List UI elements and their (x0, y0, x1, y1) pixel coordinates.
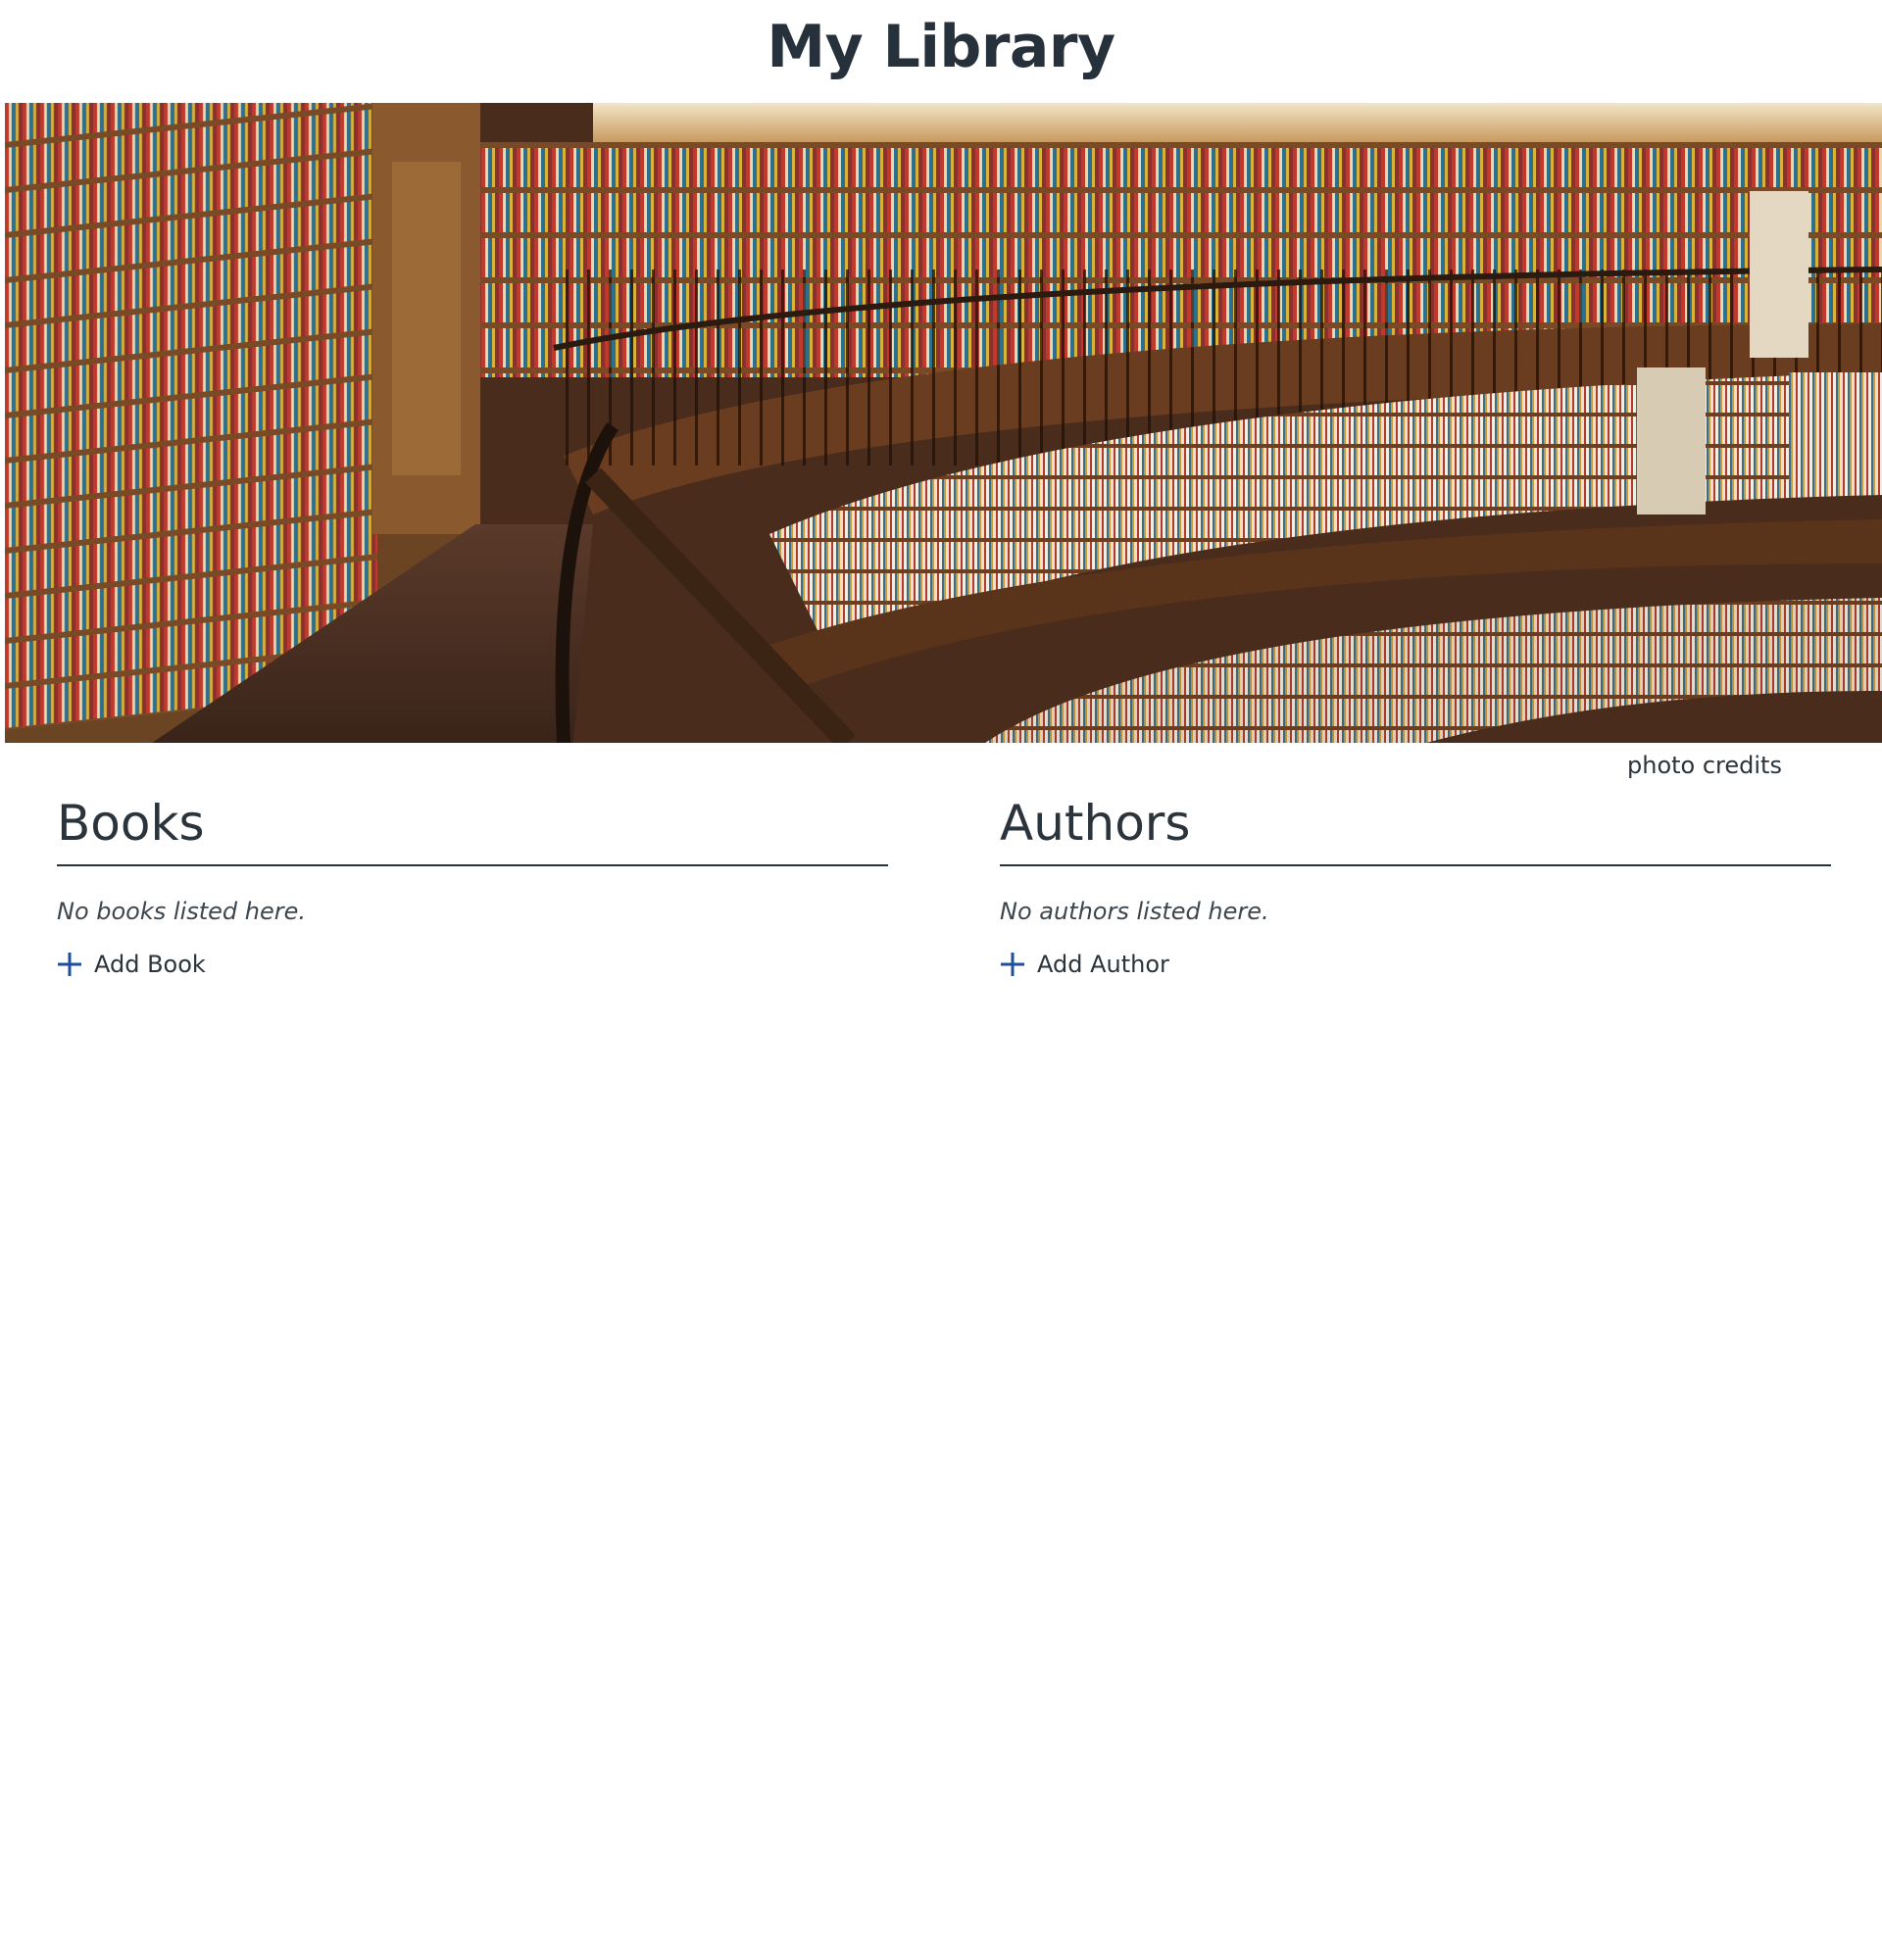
plus-icon (58, 953, 81, 976)
photo-credits-link[interactable]: photo credits (1627, 751, 1782, 780)
authors-empty-message: No authors listed here. (1000, 898, 1269, 925)
books-section: Books No books listed here. Add Book (57, 792, 888, 980)
plus-icon (1001, 953, 1024, 976)
add-book-button[interactable]: Add Book (57, 949, 888, 980)
library-photo (5, 103, 1882, 743)
add-author-label: Add Author (1037, 951, 1169, 978)
library-hero-image (5, 103, 1882, 743)
page: My Library photo credits Books No books … (0, 0, 1882, 1960)
page-title: My Library (767, 13, 1115, 81)
books-empty-message: No books listed here. (57, 898, 307, 925)
add-book-label: Add Book (94, 951, 206, 978)
authors-heading: Authors (1000, 792, 1831, 866)
add-author-button[interactable]: Add Author (1000, 949, 1831, 980)
authors-section: Authors No authors listed here. Add Auth… (1000, 792, 1831, 980)
books-heading: Books (57, 792, 888, 866)
